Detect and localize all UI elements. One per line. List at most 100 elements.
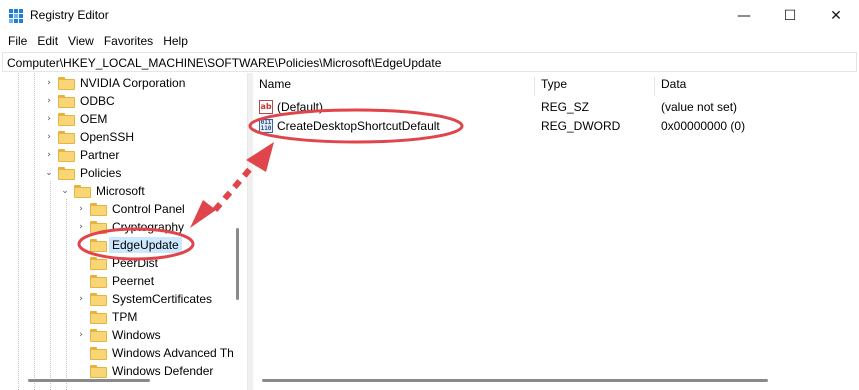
value-row-default[interactable]: ab (Default) REG_SZ (value not set) xyxy=(253,98,859,116)
close-button[interactable]: ✕ xyxy=(813,0,859,31)
expand-icon[interactable]: › xyxy=(76,326,86,344)
value-type: REG_SZ xyxy=(541,100,590,114)
tree-node-label: NVIDIA Corporation xyxy=(80,76,186,90)
value-row-createdesktopshortcutdefault[interactable]: 011 110 CreateDesktopShortcutDefault REG… xyxy=(253,117,859,135)
tree-node-label: PeerDist xyxy=(112,256,159,270)
tree-node-windows-defender[interactable]: Windows Defender xyxy=(76,362,213,380)
menu-favorites[interactable]: Favorites xyxy=(99,31,158,51)
tree-node-tpm[interactable]: TPM xyxy=(76,308,137,326)
tree-node-label: Windows Defender xyxy=(112,364,214,378)
folder-icon xyxy=(58,94,75,108)
menu-file[interactable]: File xyxy=(3,31,32,51)
tree-node-windows[interactable]: › Windows xyxy=(76,326,161,344)
tree-node-label: Microsoft xyxy=(96,184,145,198)
collapse-icon[interactable]: ⌄ xyxy=(44,164,54,182)
tree-node-openssh[interactable]: › OpenSSH xyxy=(44,128,134,146)
tree-node-label: OEM xyxy=(80,112,108,126)
value-data: 0x00000000 (0) xyxy=(661,119,746,133)
tree-node-label: SystemCertificates xyxy=(112,292,213,306)
folder-icon xyxy=(90,328,107,342)
values-list[interactable]: Name Type Data ab (Default) REG_SZ (valu… xyxy=(253,73,859,390)
folder-icon xyxy=(90,310,107,324)
folder-icon xyxy=(90,238,107,252)
expand-icon[interactable]: › xyxy=(76,290,86,308)
column-header-type[interactable]: Type xyxy=(535,77,655,96)
registry-editor-icon xyxy=(9,9,23,23)
menu-bar: File Edit View Favorites Help xyxy=(0,31,859,51)
tree-node-microsoft[interactable]: ⌄ Microsoft xyxy=(60,182,145,200)
close-icon: ✕ xyxy=(830,7,842,24)
key-tree[interactable]: › NVIDIA Corporation › ODBC › OEM › Open… xyxy=(0,73,248,390)
window-title: Registry Editor xyxy=(30,8,109,22)
expand-icon[interactable]: › xyxy=(44,110,54,128)
folder-icon xyxy=(90,220,107,234)
tree-node-systemcertificates[interactable]: › SystemCertificates xyxy=(76,290,212,308)
value-name: CreateDesktopShortcutDefault xyxy=(277,119,440,133)
folder-icon xyxy=(58,112,75,126)
folder-icon xyxy=(58,148,75,162)
tree-guide-line xyxy=(66,199,67,390)
folder-icon xyxy=(90,364,107,378)
address-bar[interactable]: Computer\HKEY_LOCAL_MACHINE\SOFTWARE\Pol… xyxy=(2,52,857,72)
tree-horizontal-scrollbar[interactable] xyxy=(28,379,150,382)
tree-node-label: TPM xyxy=(112,310,138,324)
menu-help[interactable]: Help xyxy=(158,31,193,51)
tree-node-nvidia-corporation[interactable]: › NVIDIA Corporation xyxy=(44,74,185,92)
tree-node-label: Cryptography xyxy=(112,220,185,234)
list-horizontal-scrollbar[interactable] xyxy=(262,379,768,382)
tree-node-partner[interactable]: › Partner xyxy=(44,146,119,164)
tree-node-cryptography[interactable]: › Cryptography xyxy=(76,218,184,236)
folder-icon xyxy=(90,274,107,288)
tree-node-peerdist[interactable]: PeerDist xyxy=(76,254,158,272)
tree-vertical-scrollbar[interactable] xyxy=(236,228,239,300)
tree-node-edgeupdate[interactable]: EdgeUpdate xyxy=(76,236,182,254)
expand-icon[interactable]: › xyxy=(76,200,86,218)
string-value-icon: ab xyxy=(259,100,273,114)
tree-node-control-panel[interactable]: › Control Panel xyxy=(76,200,185,218)
title-bar: Registry Editor — ☐ ✕ xyxy=(0,0,859,31)
tree-node-odbc[interactable]: › ODBC xyxy=(44,92,114,110)
menu-view[interactable]: View xyxy=(63,31,99,51)
tree-node-label: Policies xyxy=(80,166,122,180)
expand-icon[interactable]: › xyxy=(44,128,54,146)
expand-icon[interactable]: › xyxy=(44,146,54,164)
expand-icon[interactable]: › xyxy=(44,74,54,92)
value-type: REG_DWORD xyxy=(541,119,621,133)
collapse-icon[interactable]: ⌄ xyxy=(60,182,70,200)
tree-node-label: EdgeUpdate xyxy=(109,237,182,253)
tree-node-oem[interactable]: › OEM xyxy=(44,110,107,128)
menu-edit[interactable]: Edit xyxy=(32,31,63,51)
folder-icon xyxy=(74,184,91,198)
dword-value-icon: 011 110 xyxy=(259,119,273,133)
tree-node-label: OpenSSH xyxy=(80,130,135,144)
minimize-icon: — xyxy=(737,7,751,24)
column-header-name[interactable]: Name xyxy=(253,77,535,96)
tree-node-label: Peernet xyxy=(112,274,155,288)
column-header-data[interactable]: Data xyxy=(655,77,859,96)
expand-icon[interactable]: › xyxy=(44,92,54,110)
tree-guide-line xyxy=(18,73,19,390)
minimize-button[interactable]: — xyxy=(721,0,767,31)
expand-icon[interactable]: › xyxy=(76,218,86,236)
folder-icon xyxy=(90,346,107,360)
folder-icon xyxy=(90,256,107,270)
tree-node-label: Control Panel xyxy=(112,202,185,216)
tree-node-label: Windows Advanced Th xyxy=(112,346,234,360)
maximize-button[interactable]: ☐ xyxy=(767,0,813,31)
tree-guide-line xyxy=(34,73,35,390)
tree-node-policies[interactable]: ⌄ Policies xyxy=(44,164,121,182)
tree-node-label: Partner xyxy=(80,148,120,162)
folder-icon xyxy=(90,202,107,216)
tree-node-label: Windows xyxy=(112,328,161,342)
value-name: (Default) xyxy=(277,100,324,114)
folder-icon xyxy=(90,292,107,306)
tree-node-windows-advanced-threat[interactable]: Windows Advanced Th xyxy=(76,344,234,362)
folder-icon xyxy=(58,76,75,90)
tree-node-peernet[interactable]: Peernet xyxy=(76,272,154,290)
folder-icon xyxy=(58,130,75,144)
